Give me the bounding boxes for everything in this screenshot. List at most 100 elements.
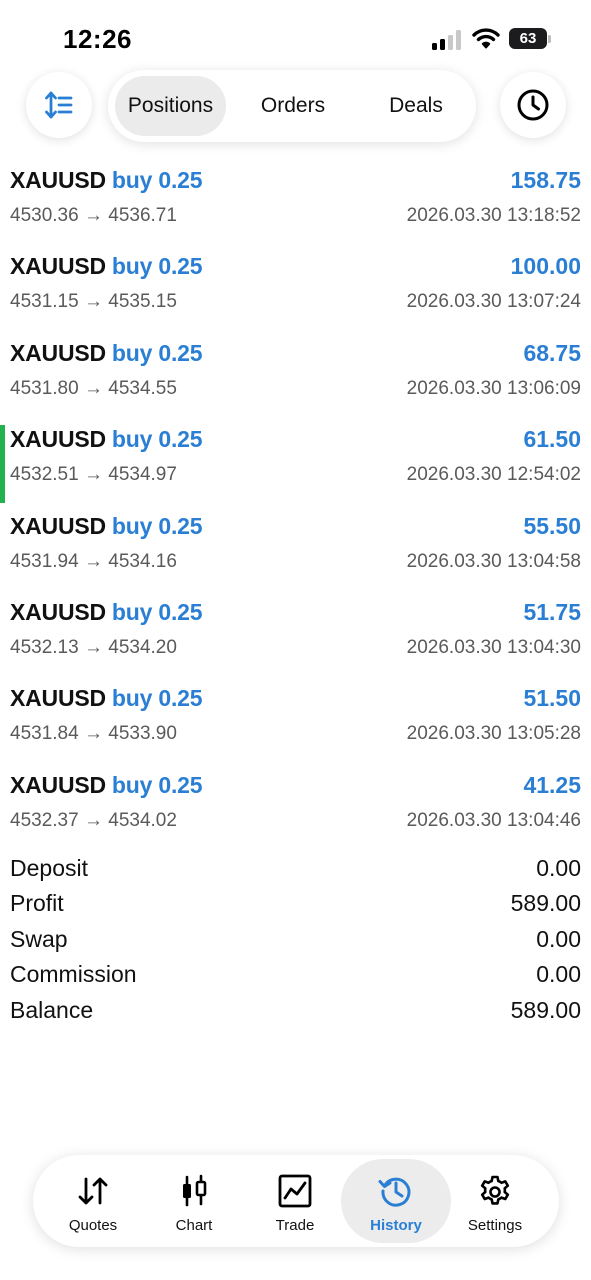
deal-open-price: 4530.36 — [10, 205, 79, 226]
tab-chart[interactable]: Chart — [144, 1159, 244, 1243]
tab-settings-label: Settings — [467, 1217, 523, 1234]
summary-label: Commission — [10, 961, 137, 988]
deal-row[interactable]: XAUUSD buy 0.25 68.75 4531.80 → 4534.55 2026… — [0, 333, 591, 419]
deal-row[interactable]: XAUUSD buy 0.25 41.25 4532.37 → 4534.02 2026… — [0, 765, 591, 851]
segmented-control: Positions Orders Deals — [108, 70, 476, 142]
deal-close-price: 4534.55 — [108, 377, 177, 399]
deal-title: XAUUSD buy 0.25 — [10, 426, 203, 453]
deal-prices: 4531.84 → 4533.90 — [10, 723, 177, 745]
deal-time: 2026.03.30 12:54:02 — [406, 464, 581, 486]
tab-orders[interactable]: Orders — [238, 76, 348, 136]
period-button[interactable] — [500, 72, 566, 138]
deal-row[interactable]: XAUUSD buy 0.25 51.75 4532.13 → 4534.20 2026… — [0, 592, 591, 678]
status-time: 12:26 — [63, 24, 132, 54]
deal-time: 2026.03.30 13:05:28 — [406, 723, 581, 745]
deal-symbol: XAUUSD — [10, 426, 106, 453]
deal-row[interactable]: XAUUSD buy 0.25 61.50 4532.51 → 4534.97 2026… — [0, 419, 591, 505]
deal-prices: 4531.80 → 4534.55 — [10, 378, 177, 400]
deal-time: 2026.03.30 13:04:58 — [406, 550, 581, 572]
history-icon — [378, 1177, 411, 1207]
deal-profit: 41.25 — [523, 771, 581, 798]
tab-settings[interactable]: Settings — [445, 1159, 545, 1243]
deal-open-price: 4532.13 — [10, 636, 79, 658]
battery-tip — [548, 35, 551, 43]
deal-title: XAUUSD buy 0.25 — [10, 339, 203, 367]
arrow-right-icon: → — [83, 464, 103, 486]
summary-label: Balance — [10, 996, 94, 1023]
arrow-right-icon: → — [83, 205, 103, 226]
deal-prices: 4532.51 → 4534.97 — [10, 464, 177, 486]
deal-symbol: XAUUSD — [10, 167, 106, 193]
deal-open-price: 4532.37 — [10, 809, 79, 831]
deal-time: 2026.03.30 13:04:46 — [406, 809, 581, 831]
deal-row[interactable]: XAUUSD buy 0.25 55.50 4531.94 → 4534.16 2026… — [0, 506, 591, 592]
deal-time: 2026.03.30 13:07:24 — [406, 291, 581, 313]
tab-trade[interactable]: Trade — [245, 1159, 345, 1243]
deal-time: 2026.03.30 13:06:09 — [406, 377, 581, 399]
tab-history[interactable]: History — [341, 1159, 451, 1243]
summary: Deposit 0.00 Profit 589.00 Swap 0.00 Commissio… — [0, 853, 591, 1030]
deal-side-volume: buy 0.25 — [111, 426, 203, 453]
summary-value: 589.00 — [510, 996, 581, 1023]
deal-close-price: 4534.02 — [108, 809, 177, 831]
deal-close-price: 4536.71 — [108, 205, 177, 226]
deal-side-volume: buy 0.25 — [111, 339, 203, 366]
deal-open-price: 4531.94 — [10, 550, 79, 572]
deal-side-volume: buy 0.25 — [111, 685, 203, 712]
deal-open-price: 4531.84 — [10, 723, 79, 745]
deal-title: XAUUSD buy 0.25 — [10, 772, 203, 799]
deal-prices: 4531.94 → 4534.16 — [10, 551, 177, 573]
sort-icon — [45, 91, 73, 119]
deal-title: XAUUSD buy 0.25 — [10, 512, 203, 540]
summary-row-balance: Balance 589.00 — [0, 995, 591, 1030]
wifi-icon — [472, 28, 500, 49]
arrow-right-icon: → — [83, 550, 103, 572]
deal-list: XAUUSD buy 0.25 158.75 4530.36 → 4536.71 202… — [0, 160, 591, 851]
summary-row-profit: Profit 589.00 — [0, 888, 591, 923]
deal-time: 2026.03.30 13:18:52 — [406, 205, 581, 226]
deal-side-volume: buy 0.25 — [111, 512, 203, 539]
deal-close-price: 4534.97 — [108, 464, 177, 486]
deal-side-volume: buy 0.25 — [111, 167, 203, 193]
arrow-right-icon: → — [83, 809, 103, 831]
deal-prices: 4530.36 → 4536.71 — [10, 205, 177, 227]
deal-open-price: 4531.15 — [10, 291, 79, 313]
deal-symbol: XAUUSD — [10, 598, 106, 625]
tab-chart-label: Chart — [175, 1217, 213, 1234]
deal-profit: 55.50 — [523, 512, 581, 539]
deal-profit: 51.75 — [523, 598, 581, 625]
deal-title: XAUUSD buy 0.25 — [10, 167, 203, 194]
deal-prices: 4531.15 → 4535.15 — [10, 291, 177, 313]
deal-profit: 68.75 — [523, 339, 581, 366]
deal-close-price: 4535.15 — [108, 291, 177, 313]
tab-deals[interactable]: Deals — [358, 76, 474, 136]
tab-history-label: History — [370, 1217, 422, 1234]
deal-profit: 100.00 — [510, 253, 581, 280]
summary-label: Swap — [10, 925, 68, 952]
arrow-right-icon: → — [83, 291, 103, 313]
status-bar: 12:26 63 — [0, 0, 591, 70]
bottom-tab-bar: Quotes Chart Trade History Settings — [33, 1155, 559, 1247]
deal-close-price: 4534.16 — [108, 550, 177, 572]
sort-button[interactable] — [26, 72, 92, 138]
deal-open-price: 4532.51 — [10, 464, 79, 486]
tab-positions[interactable]: Positions — [115, 76, 226, 136]
summary-value: 0.00 — [536, 961, 581, 988]
summary-value: 0.00 — [536, 925, 581, 952]
deal-prices: 4532.13 → 4534.20 — [10, 637, 177, 659]
deal-close-price: 4534.20 — [108, 636, 177, 658]
summary-row-swap: Swap 0.00 — [0, 924, 591, 959]
quotes-arrows-icon — [78, 1177, 108, 1205]
deal-prices: 4532.37 → 4534.02 — [10, 810, 177, 832]
tab-quotes-label: Quotes — [68, 1217, 118, 1234]
tab-quotes[interactable]: Quotes — [43, 1159, 143, 1243]
candlestick-icon — [183, 1174, 207, 1207]
deal-row[interactable]: XAUUSD buy 0.25 158.75 4530.36 → 4536.71 202… — [0, 160, 591, 246]
battery-indicator: 63 — [509, 28, 547, 49]
deal-profit: 158.75 — [510, 167, 581, 193]
deal-open-price: 4531.80 — [10, 377, 79, 399]
tab-trade-label: Trade — [275, 1217, 315, 1234]
deal-row[interactable]: XAUUSD buy 0.25 51.50 4531.84 → 4533.90 2026… — [0, 678, 591, 764]
deal-row[interactable]: XAUUSD buy 0.25 100.00 4531.15 → 4535.15 202… — [0, 246, 591, 332]
deal-close-price: 4533.90 — [108, 723, 177, 745]
